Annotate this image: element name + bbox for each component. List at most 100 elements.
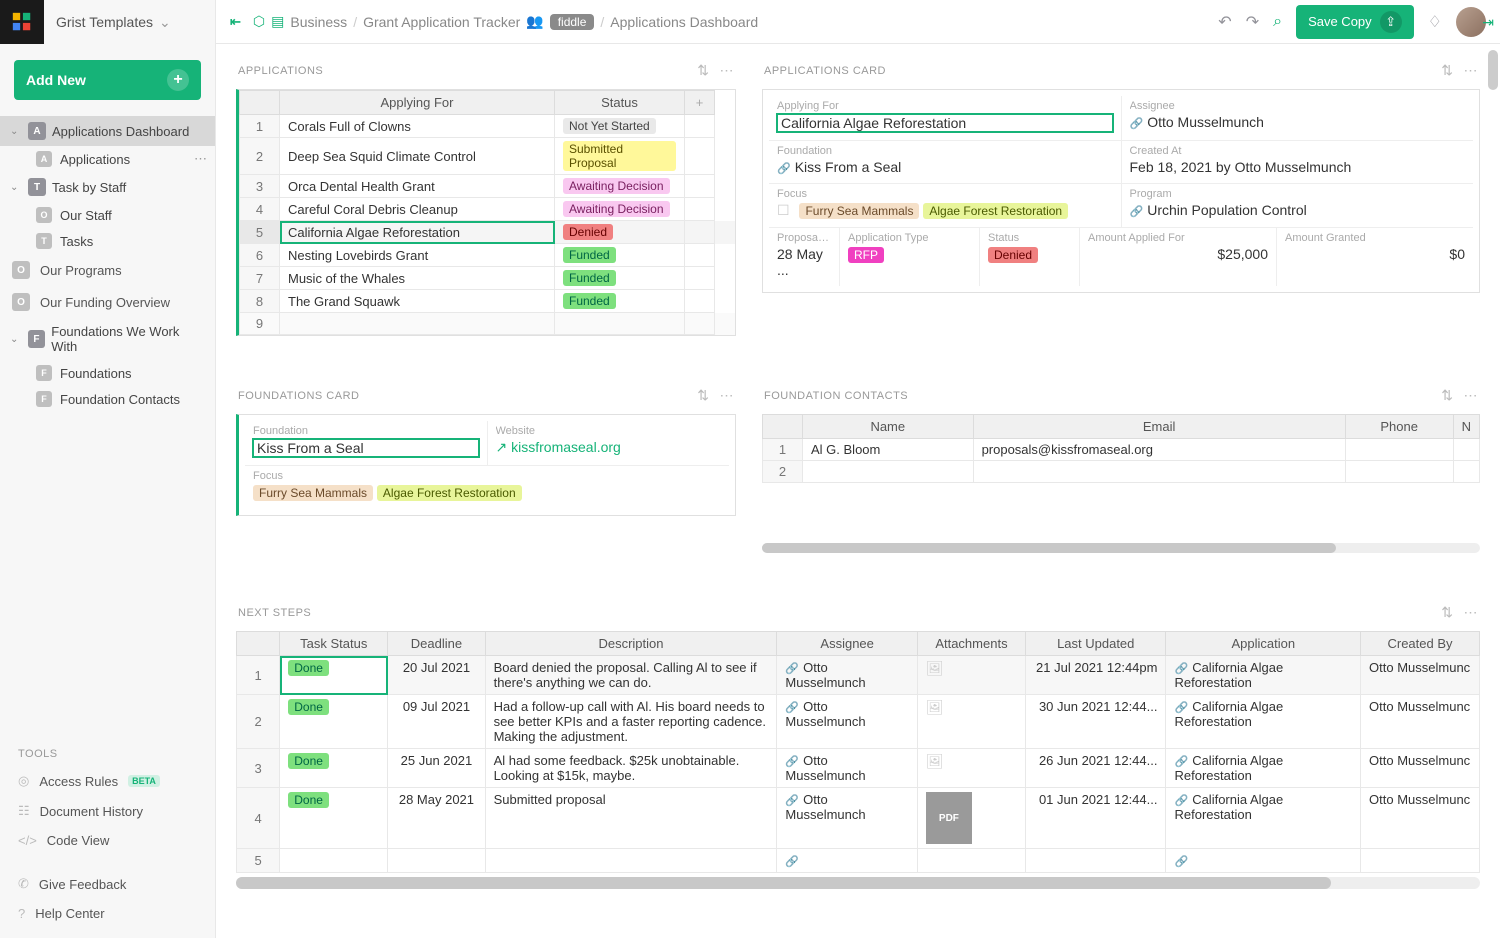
- col-status[interactable]: Status: [555, 91, 685, 115]
- people-icon[interactable]: 👥: [526, 13, 543, 30]
- field-created-at[interactable]: Created At Feb 18, 2021 by Otto Musselmu…: [1121, 141, 1474, 183]
- table-row[interactable]: 4Done28 May 2021Submitted proposal🔗Otto …: [237, 788, 1480, 849]
- cell-created-by[interactable]: Otto Musselmunc: [1361, 788, 1480, 849]
- nav-group-applications-dashboard[interactable]: ⌄ A Applications Dashboard: [0, 116, 215, 146]
- collapse-right-icon[interactable]: ⇥: [1482, 14, 1494, 31]
- next-steps-grid[interactable]: Task Status Deadline Description Assigne…: [236, 631, 1480, 889]
- col-assignee[interactable]: Assignee: [777, 632, 918, 656]
- nav-group-task-by-staff[interactable]: ⌄ T Task by Staff: [0, 172, 215, 202]
- dots-icon[interactable]: ⋯: [194, 151, 207, 167]
- cell-applying-for[interactable]: Deep Sea Squid Climate Control: [280, 138, 555, 175]
- attachment-icon[interactable]: 🖼: [926, 753, 944, 769]
- cell-last-updated[interactable]: 01 Jun 2021 12:44...: [1025, 788, 1166, 849]
- dots-icon[interactable]: ⋯: [1464, 387, 1479, 404]
- tool-document-history[interactable]: ☷ Document History: [0, 796, 215, 826]
- attachment-icon[interactable]: 🖼: [926, 699, 944, 715]
- tool-give-feedback[interactable]: ✆ Give Feedback: [0, 869, 215, 899]
- field-applying-for[interactable]: Applying For California Algae Reforestat…: [769, 96, 1121, 140]
- cell-created-by[interactable]: Otto Musselmunc: [1361, 656, 1480, 695]
- cell-application[interactable]: 🔗California Algae Reforestation: [1166, 749, 1361, 788]
- checkbox-icon[interactable]: ☐: [777, 202, 790, 218]
- table-row[interactable]: 3Done25 Jun 2021Al had some feedback. $2…: [237, 749, 1480, 788]
- cell-attachments[interactable]: 🖼: [917, 695, 1025, 749]
- field-foundation-name[interactable]: Foundation Kiss From a Seal: [245, 421, 487, 465]
- cell-description[interactable]: Al had some feedback. $25k unobtainable.…: [485, 749, 777, 788]
- cell-status[interactable]: Funded: [555, 244, 685, 267]
- dots-icon[interactable]: ⋯: [720, 387, 735, 404]
- cell-assignee[interactable]: 🔗Otto Musselmunch: [777, 749, 918, 788]
- cell-applying-for[interactable]: Music of the Whales: [280, 267, 555, 290]
- contacts-grid[interactable]: Name Email Phone N 1 Al G. Bloom proposa…: [762, 414, 1480, 553]
- cell-last-updated[interactable]: 30 Jun 2021 12:44...: [1025, 695, 1166, 749]
- filter-icon[interactable]: ⇅: [1441, 604, 1453, 621]
- bell-icon[interactable]: ♢: [1428, 12, 1442, 32]
- tool-access-rules[interactable]: ◎ Access Rules BETA: [0, 766, 215, 796]
- nav-sub-applications[interactable]: A Applications ⋯ ‖: [0, 146, 215, 172]
- redo-icon[interactable]: ↷: [1246, 12, 1259, 32]
- nav-sub-our-staff[interactable]: O Our Staff: [0, 202, 215, 228]
- cell-attachments[interactable]: 🖼: [917, 656, 1025, 695]
- field-proposal-deadline[interactable]: Proposal Dea 28 May ...: [769, 228, 839, 286]
- filter-icon[interactable]: ⇅: [697, 387, 709, 404]
- add-new-button[interactable]: Add New +: [14, 60, 201, 100]
- cell-last-updated[interactable]: 26 Jun 2021 12:44...: [1025, 749, 1166, 788]
- add-column-button[interactable]: +: [685, 91, 715, 115]
- empty-row[interactable]: 9: [240, 313, 735, 335]
- cell-applying-for[interactable]: The Grand Squawk: [280, 290, 555, 313]
- table-row[interactable]: 1Corals Full of ClownsNot Yet Started: [240, 115, 735, 138]
- filter-icon[interactable]: ⇅: [697, 62, 709, 79]
- logo[interactable]: [0, 0, 44, 44]
- field-application-type[interactable]: Application Type RFP: [839, 228, 979, 286]
- col-extra[interactable]: N: [1453, 415, 1479, 439]
- field-website[interactable]: Website ↗ kissfromaseal.org: [487, 421, 730, 465]
- empty-row[interactable]: 2: [763, 461, 1480, 483]
- col-deadline[interactable]: Deadline: [388, 632, 485, 656]
- home-icon[interactable]: ⬡: [253, 13, 265, 30]
- field-status[interactable]: Status Denied: [979, 228, 1079, 286]
- cell-created-by[interactable]: Otto Musselmunc: [1361, 749, 1480, 788]
- cell-description[interactable]: Submitted proposal: [485, 788, 777, 849]
- tool-help-center[interactable]: ? Help Center: [0, 899, 215, 928]
- cell-email[interactable]: proposals@kissfromaseal.org: [973, 439, 1345, 461]
- filter-icon[interactable]: ⇅: [1441, 62, 1453, 79]
- cell-application[interactable]: 🔗California Algae Reforestation: [1166, 656, 1361, 695]
- workspace-selector[interactable]: Grist Templates ⌄: [44, 14, 171, 31]
- cell-applying-for[interactable]: Corals Full of Clowns: [280, 115, 555, 138]
- collapse-left-icon[interactable]: ⇤: [230, 14, 241, 30]
- cell-status[interactable]: Submitted Proposal: [555, 138, 685, 175]
- col-task-status[interactable]: Task Status: [280, 632, 388, 656]
- tool-code-view[interactable]: </> Code View: [0, 826, 215, 855]
- empty-row[interactable]: 5🔗🔗: [237, 849, 1480, 873]
- cell-phone[interactable]: [1345, 439, 1453, 461]
- cell-status[interactable]: Awaiting Decision: [555, 198, 685, 221]
- field-amount-granted[interactable]: Amount Granted $0: [1276, 228, 1473, 286]
- filter-icon[interactable]: ⇅: [1441, 387, 1453, 404]
- vertical-scrollbar[interactable]: [1488, 50, 1498, 918]
- horizontal-scrollbar[interactable]: [762, 543, 1480, 553]
- cell-task-status[interactable]: Done: [280, 749, 388, 788]
- field-focus[interactable]: Focus Furry Sea Mammals Algae Forest Res…: [245, 466, 729, 509]
- cell-deadline[interactable]: 25 Jun 2021: [388, 749, 485, 788]
- col-created-by[interactable]: Created By: [1361, 632, 1480, 656]
- applications-grid[interactable]: Applying For Status + 1Corals Full of Cl…: [236, 89, 736, 336]
- table-row[interactable]: 1Done20 Jul 2021Board denied the proposa…: [237, 656, 1480, 695]
- field-assignee[interactable]: Assignee 🔗Otto Musselmunch: [1121, 96, 1474, 140]
- cell-application[interactable]: 🔗California Algae Reforestation: [1166, 788, 1361, 849]
- field-program[interactable]: Program 🔗Urchin Population Control: [1121, 184, 1474, 227]
- cell-status[interactable]: Funded: [555, 290, 685, 313]
- cell-description[interactable]: Had a follow-up call with Al. His board …: [485, 695, 777, 749]
- field-focus[interactable]: Focus ☐ Furry Sea Mammals Algae Forest R…: [769, 184, 1121, 227]
- cell-application[interactable]: 🔗California Algae Reforestation: [1166, 695, 1361, 749]
- table-row[interactable]: 6Nesting Lovebirds GrantFunded: [240, 244, 735, 267]
- nav-item-our-programs[interactable]: O Our Programs: [0, 254, 215, 286]
- cell-status[interactable]: Denied: [555, 221, 685, 244]
- scrollbar-thumb[interactable]: [1488, 50, 1498, 90]
- col-description[interactable]: Description: [485, 632, 777, 656]
- col-application[interactable]: Application: [1166, 632, 1361, 656]
- crumb-page[interactable]: Applications Dashboard: [610, 14, 758, 30]
- undo-icon[interactable]: ↶: [1218, 12, 1231, 32]
- table-row[interactable]: 3Orca Dental Health GrantAwaiting Decisi…: [240, 175, 735, 198]
- cell-created-by[interactable]: Otto Musselmunc: [1361, 695, 1480, 749]
- applications-card[interactable]: Applying For California Algae Reforestat…: [762, 89, 1480, 293]
- cell-attachments[interactable]: 🖼: [917, 749, 1025, 788]
